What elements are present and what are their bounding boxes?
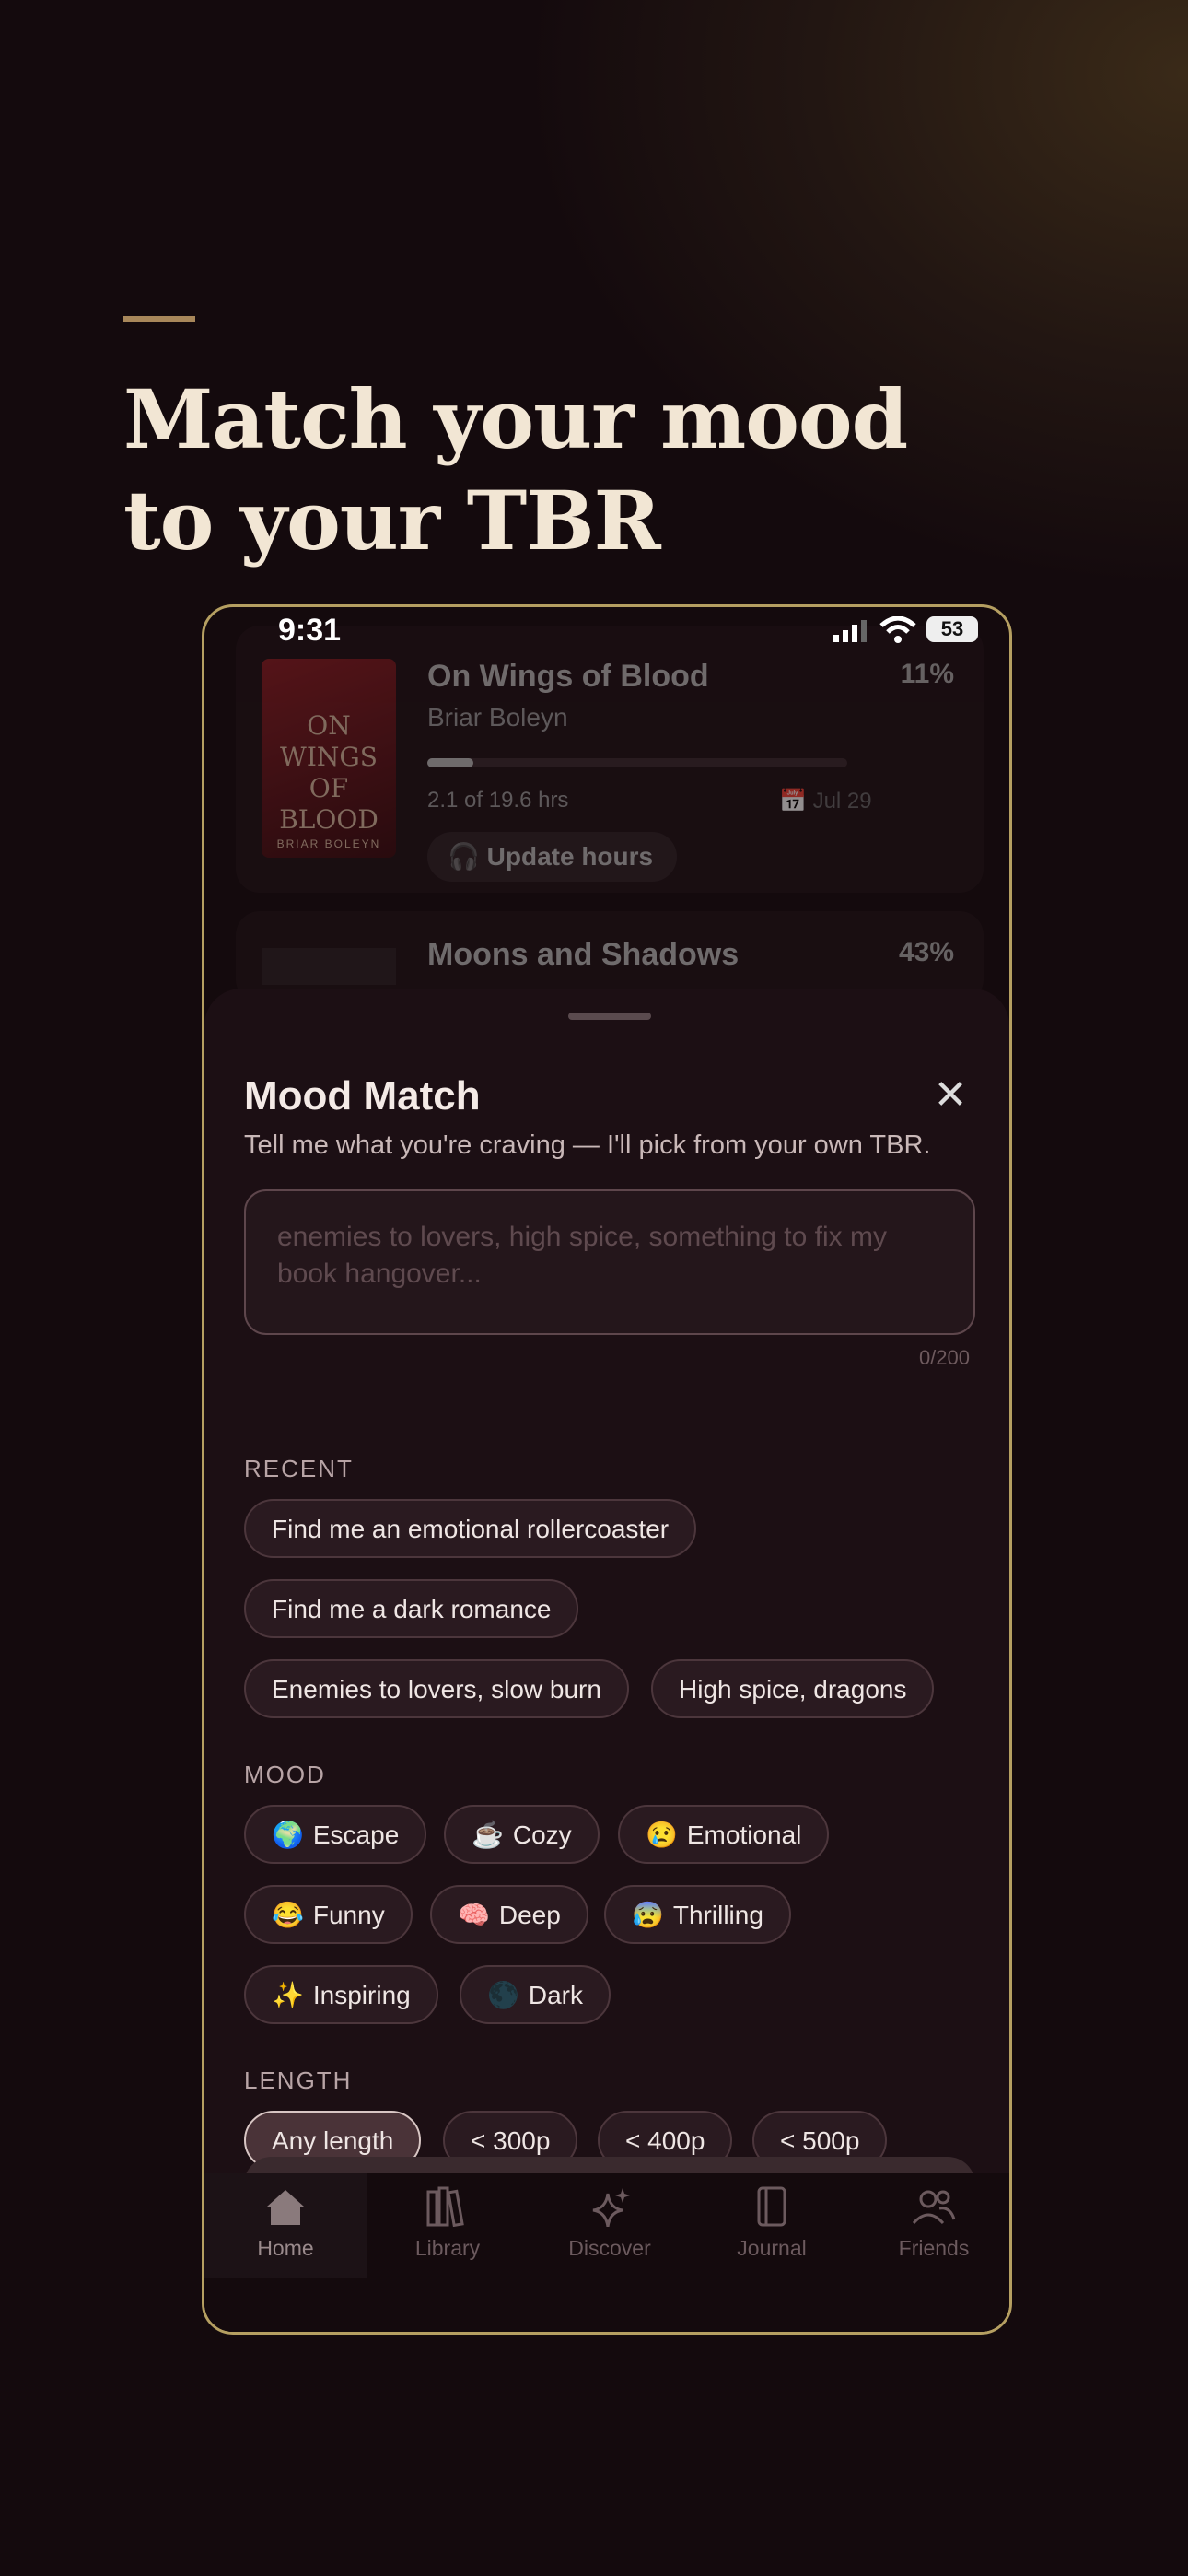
status-bar: 9:31 53	[204, 607, 1009, 655]
laughing-face-icon: 😂	[272, 1901, 304, 1929]
recent-chip[interactable]: Find me an emotional rollercoaster	[244, 1499, 697, 1558]
book-percent: 11%	[900, 659, 954, 689]
crying-face-icon: 😢	[646, 1821, 678, 1849]
mood-chip-label: Funny	[312, 1901, 385, 1929]
book-cover: ON WINGS OF BLOOD BRIAR BOLEYN	[262, 659, 396, 858]
coffee-icon: ☕	[472, 1821, 504, 1849]
recent-chip[interactable]: Find me a dark romance	[244, 1579, 579, 1638]
headphones-icon: 🎧	[448, 842, 487, 871]
mood-chip-label: Thrilling	[672, 1901, 763, 1929]
calendar-icon: 📅	[779, 789, 813, 814]
brain-icon: 🧠	[458, 1901, 490, 1929]
tab-discover[interactable]: Discover	[529, 2186, 691, 2261]
page-headline: Match your mood to your TBR	[123, 369, 952, 571]
recent-chip[interactable]: Enemies to lovers, slow burn	[244, 1659, 629, 1718]
cover-author: BRIAR BOLEYN	[276, 837, 381, 850]
mood-chip-label: Cozy	[512, 1821, 572, 1849]
status-time: 9:31	[278, 613, 342, 648]
update-hours-label: Update hours	[486, 842, 654, 871]
mood-chip-thrilling[interactable]: 😰 Thrilling	[604, 1885, 791, 1944]
sparkles-icon: ✨	[272, 1981, 304, 2009]
battery-icon: 53	[926, 616, 978, 642]
progress-bar	[427, 758, 847, 767]
tab-friends[interactable]: Friends	[853, 2186, 1009, 2261]
mood-chip-escape[interactable]: 🌍 Escape	[244, 1805, 427, 1864]
new-moon-icon: 🌑	[487, 1981, 519, 2009]
book-author: Briar Boleyn	[427, 703, 568, 732]
book-title: On Wings of Blood	[427, 659, 709, 694]
globe-icon: 🌍	[272, 1821, 304, 1849]
mood-chip-cozy[interactable]: ☕ Cozy	[444, 1805, 600, 1864]
mood-label: MOOD	[244, 1761, 326, 1788]
headline-line-1: Match your mood	[123, 371, 908, 467]
mood-chip-label: Escape	[312, 1821, 400, 1849]
book-title: Moons and Shadows	[427, 937, 740, 972]
mood-chip-label: Emotional	[686, 1821, 802, 1849]
tab-label: Friends	[898, 2236, 970, 2260]
mood-chip-funny[interactable]: 😂 Funny	[244, 1885, 413, 1944]
mood-chip-label: Dark	[528, 1981, 583, 2009]
tab-label: Home	[257, 2236, 314, 2260]
mood-chip-emotional[interactable]: 😢 Emotional	[618, 1805, 830, 1864]
tab-home[interactable]: Home	[204, 2173, 367, 2278]
journal-icon	[757, 2186, 786, 2227]
mood-input[interactable]: enemies to lovers, high spice, something…	[244, 1189, 975, 1335]
cellular-signal-icon	[833, 620, 867, 642]
headline-line-2: to your TBR	[123, 473, 661, 568]
recent-label: RECENT	[244, 1455, 354, 1482]
tab-label: Library	[414, 2236, 481, 2260]
progress-fill	[427, 758, 474, 767]
tab-label: Journal	[737, 2236, 807, 2260]
accent-bar	[123, 316, 195, 322]
friends-icon	[912, 2190, 956, 2225]
sheet-title: Mood Match	[244, 1073, 481, 1118]
char-counter: 0/200	[918, 1346, 970, 1369]
tab-library[interactable]: Library	[367, 2186, 529, 2261]
book-percent: 43%	[898, 937, 954, 967]
mood-chip-label: Deep	[498, 1901, 561, 1929]
hours-progress: 2.1 of 19.6 hrs	[427, 788, 569, 813]
phone-frame: 9:31 53 ON WINGS OF BLOOD BRIAR BOLEYN O…	[202, 604, 1012, 2335]
due-date-text: Jul 29	[812, 789, 872, 814]
mood-chip-deep[interactable]: 🧠 Deep	[430, 1885, 588, 1944]
recent-chip[interactable]: High spice, dragons	[651, 1659, 935, 1718]
mood-match-sheet: Mood Match ✕ Tell me what you're craving…	[204, 989, 1009, 2332]
tab-label: Discover	[568, 2236, 651, 2260]
wifi-icon	[879, 616, 916, 643]
mood-chip-dark[interactable]: 🌑 Dark	[460, 1965, 611, 2024]
sheet-subtitle: Tell me what you're craving — I'll pick …	[244, 1130, 931, 1160]
book-card[interactable]: ON WINGS OF BLOOD BRIAR BOLEYN On Wings …	[236, 626, 984, 893]
tab-bar: Home Library Discover Journal Friends	[204, 2173, 1009, 2332]
anxious-face-icon: 😰	[632, 1901, 664, 1929]
close-icon[interactable]: ✕	[932, 1075, 969, 1116]
tab-journal[interactable]: Journal	[691, 2186, 853, 2261]
mood-chip-label: Inspiring	[312, 1981, 411, 2009]
cover-title: ON WINGS OF BLOOD	[279, 710, 379, 835]
update-hours-button[interactable]: 🎧 Update hours	[427, 832, 678, 882]
mood-chip-inspiring[interactable]: ✨ Inspiring	[244, 1965, 438, 2024]
sheet-drag-handle[interactable]	[568, 1013, 651, 1020]
sparkle-icon	[592, 2188, 630, 2227]
library-icon	[426, 2186, 464, 2227]
length-label: LENGTH	[244, 2067, 353, 2094]
book-cover	[262, 948, 396, 985]
home-icon	[267, 2190, 304, 2225]
due-date: 📅 Jul 29	[779, 788, 872, 814]
